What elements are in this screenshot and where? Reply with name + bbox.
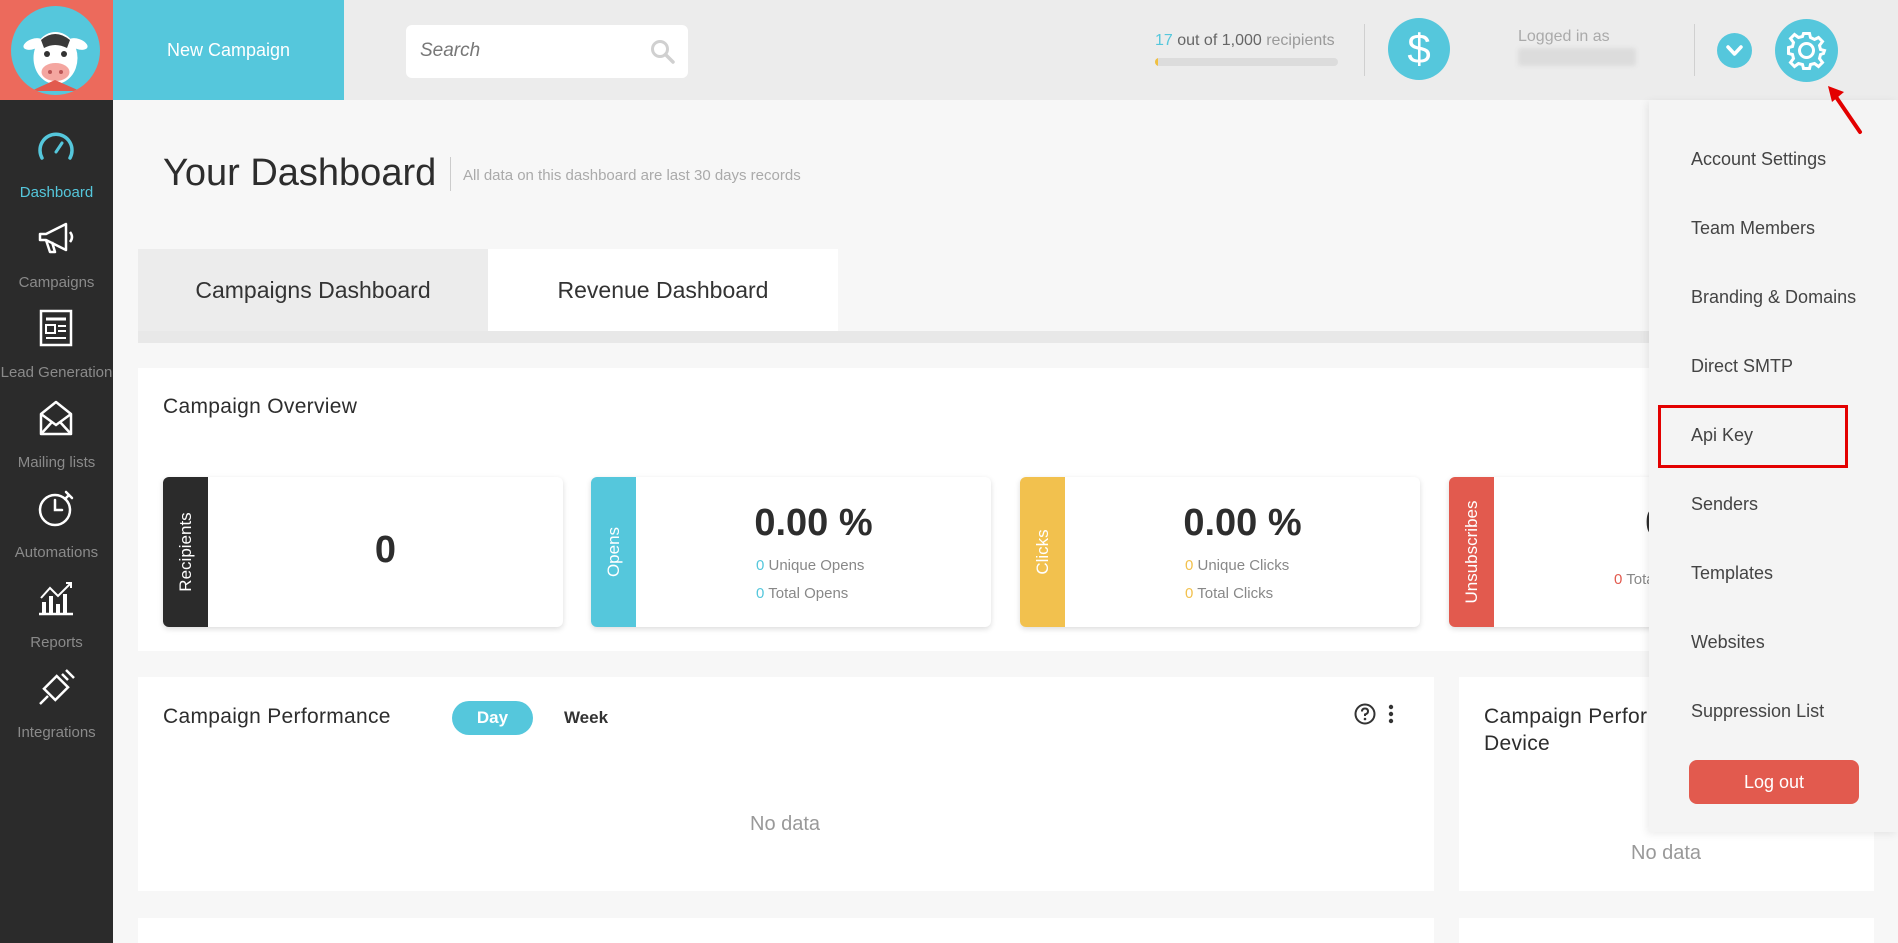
recipients-used: 17 (1155, 32, 1173, 49)
menu-item-direct-smtp[interactable]: Direct SMTP (1691, 356, 1793, 377)
recipients-card: Recipients 0 (163, 477, 563, 627)
card-label: Recipients (175, 512, 195, 592)
sidebar-item-label: Lead Generation (0, 364, 113, 381)
opens-card: Opens 0.00 % 0 Unique Opens 0 Total Open… (591, 477, 991, 627)
gear-icon (1787, 32, 1827, 70)
menu-item-senders[interactable]: Senders (1691, 494, 1758, 515)
menu-item-branding-domains[interactable]: Branding & Domains (1691, 287, 1856, 308)
device-no-data: No data (1631, 842, 1702, 864)
new-campaign-button[interactable]: New Campaign (113, 0, 344, 100)
recipients-usage-text: 17 out of 1,000 recipients (1155, 32, 1335, 50)
plug-icon (39, 669, 75, 705)
page-title: Your Dashboard (163, 152, 437, 194)
menu-item-team-members[interactable]: Team Members (1691, 218, 1815, 239)
card-sub-line: 0 Unique Clicks (1185, 557, 1290, 574)
stopwatch-icon (38, 490, 74, 527)
form-icon (39, 309, 73, 347)
sidebar-item-reports[interactable]: Reports (0, 578, 113, 666)
card-label: Clicks (1032, 529, 1052, 575)
red-arrow-annotation-icon (1828, 86, 1862, 134)
sidebar-item-label: Automations (14, 544, 99, 561)
campaign-performance-title: Campaign Performance (163, 705, 391, 728)
recipients-progress-fill (1155, 58, 1159, 66)
clicks-card: Clicks 0.00 % 0 Unique Clicks 0 Total Cl… (1020, 477, 1420, 627)
logout-button[interactable]: Log out (1689, 760, 1859, 804)
billing-dollar-button[interactable]: $ (1388, 18, 1450, 80)
account-menu-toggle[interactable] (1717, 33, 1752, 68)
recipients-progress-bar (1155, 58, 1338, 66)
campaign-overview-title: Campaign Overview (163, 395, 358, 418)
card-value: 0 (374, 529, 397, 571)
search-input[interactable] (420, 37, 640, 65)
sidebar-item-lead-generation[interactable]: Lead Generation (0, 308, 113, 396)
lower-panel-left (138, 918, 1434, 943)
lower-panel-right (1459, 918, 1874, 943)
card-value: 0.00 % (1183, 502, 1302, 544)
sidebar-item-label: Mailing lists (17, 454, 96, 471)
sidebar-item-automations[interactable]: Automations (0, 488, 113, 576)
search-box (406, 25, 688, 78)
search-icon[interactable] (650, 39, 676, 65)
more-options-icon[interactable] (1386, 703, 1396, 725)
week-toggle-button[interactable]: Week (550, 701, 622, 735)
card-strip: Unsubscribes (1449, 477, 1494, 627)
tab-underline-strip (138, 331, 1898, 343)
dollar-icon: $ (1407, 25, 1431, 72)
sidebar: Dashboard Campaigns Lead Generation Mail… (0, 0, 113, 943)
recipients-suffix: recipients (1266, 32, 1335, 49)
device-performance-title-line2: Device (1484, 732, 1550, 755)
card-sub-line: 0 Total Opens (756, 585, 849, 602)
sidebar-item-dashboard[interactable]: Dashboard (0, 128, 113, 216)
tab-campaigns-dashboard[interactable]: Campaigns Dashboard (138, 249, 488, 331)
card-value: 0.00 % (754, 502, 873, 544)
logged-in-label: Logged in as (1518, 28, 1610, 45)
menu-item-account-settings[interactable]: Account Settings (1691, 149, 1826, 170)
tab-revenue-dashboard[interactable]: Revenue Dashboard (488, 249, 838, 331)
card-strip: Opens (591, 477, 636, 627)
card-sub-line: 0 Total Clicks (1185, 585, 1274, 602)
menu-item-websites[interactable]: Websites (1691, 632, 1765, 653)
card-label: Unsubscribes (1461, 500, 1481, 604)
title-divider (450, 157, 451, 191)
card-sub-line: 0 Unique Opens (756, 557, 865, 574)
sidebar-item-label: Integrations (17, 724, 96, 741)
sidebar-item-label: Reports (30, 634, 83, 651)
settings-button[interactable] (1775, 19, 1838, 82)
menu-item-suppression-list[interactable]: Suppression List (1691, 701, 1824, 722)
help-icon[interactable] (1354, 703, 1376, 725)
card-label: Opens (603, 526, 623, 578)
header-divider (1364, 24, 1365, 76)
card-strip: Recipients (163, 477, 208, 627)
sidebar-item-integrations[interactable]: Integrations (0, 668, 113, 756)
logged-in-user-blurred (1518, 48, 1636, 66)
sidebar-item-label: Campaigns (18, 274, 95, 291)
bar-chart-icon (39, 582, 73, 616)
device-performance-title: Campaign Perfor (1484, 705, 1648, 728)
dashboard-tabs: Campaigns Dashboard Revenue Dashboard (138, 249, 838, 331)
speedometer-icon (38, 132, 74, 160)
header-divider (1694, 24, 1695, 76)
sidebar-item-label: Dashboard (19, 184, 94, 201)
page-subtitle: All data on this dashboard are last 30 d… (463, 167, 801, 184)
api-key-highlight-box (1658, 405, 1848, 468)
sidebar-item-mailing-lists[interactable]: Mailing lists (0, 398, 113, 486)
recipients-limit: out of 1,000 (1172, 32, 1267, 49)
performance-no-data: No data (750, 813, 821, 835)
chevron-down-icon (1726, 45, 1743, 56)
megaphone-icon (38, 222, 74, 254)
logo-area[interactable] (0, 0, 113, 100)
envelope-icon (39, 400, 73, 436)
sidebar-item-campaigns[interactable]: Campaigns (0, 218, 113, 306)
menu-item-templates[interactable]: Templates (1691, 563, 1773, 584)
card-strip: Clicks (1020, 477, 1065, 627)
cow-logo-icon (11, 6, 100, 95)
day-toggle-button[interactable]: Day (452, 701, 533, 735)
